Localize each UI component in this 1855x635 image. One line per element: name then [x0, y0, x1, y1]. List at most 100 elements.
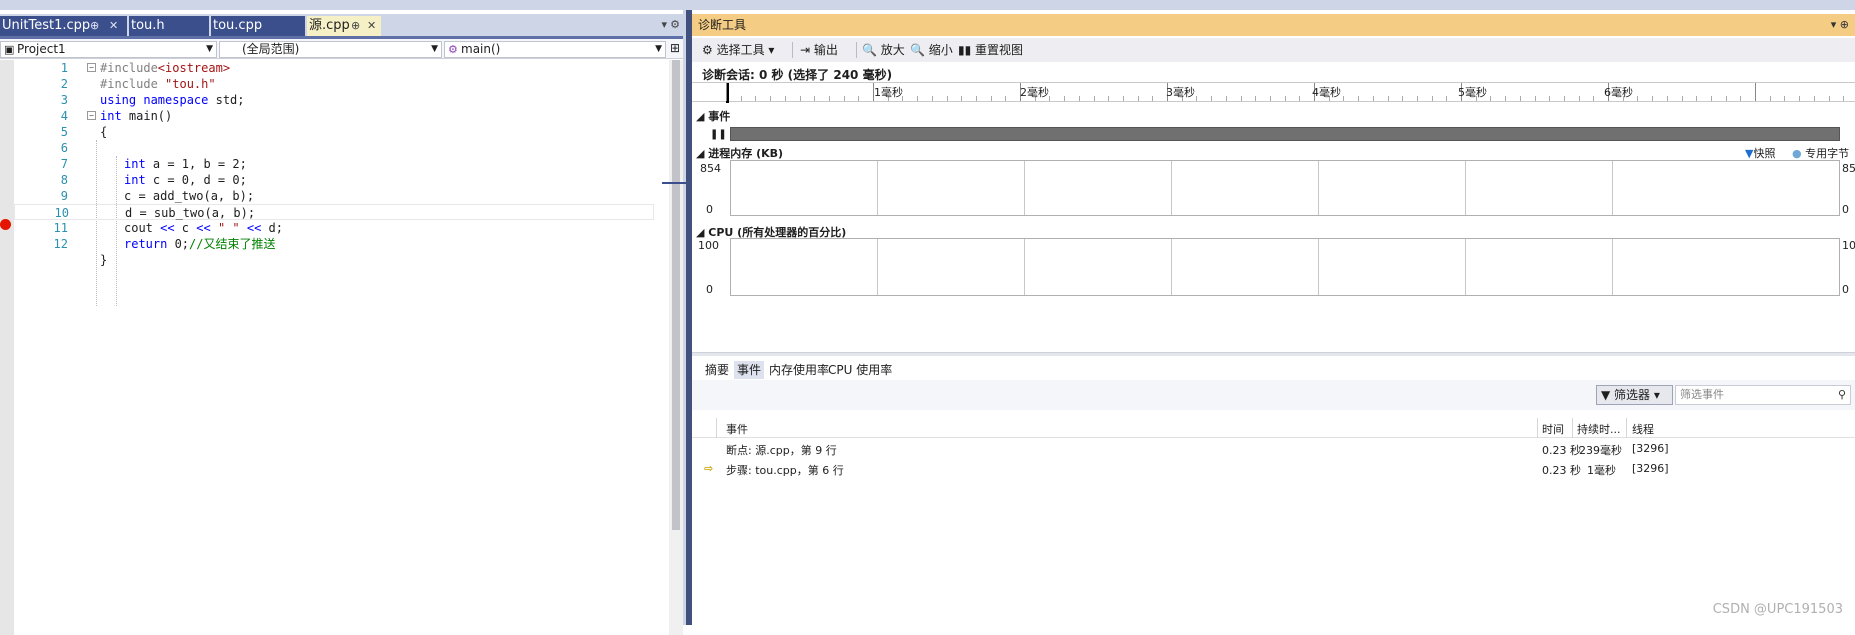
- ruler-tick: [1696, 96, 1698, 101]
- private-bytes-legend: ● 专用字节: [1792, 147, 1850, 160]
- select-tool-button[interactable]: ⚙ 选择工具 ▾: [702, 41, 774, 59]
- table-row[interactable]: 断点: 源.cpp，第 9 行 0.23 秒 239毫秒 [3296]: [692, 439, 1855, 459]
- code-line-6[interactable]: 6: [14, 140, 654, 156]
- ruler-tick: [843, 96, 845, 101]
- line-number: 8: [60, 173, 68, 187]
- member-dropdown[interactable]: ⚙ main() ▼: [444, 41, 666, 58]
- line-number: 1: [60, 61, 68, 75]
- ruler-tick: [1255, 96, 1257, 101]
- collapse-icon[interactable]: −: [87, 63, 96, 72]
- code-area[interactable]: 1 − #include<iostream> 2 #include "tou.h…: [14, 60, 669, 635]
- tab-unittest1-cpp[interactable]: UnitTest1.cpp ⊕ ✕: [0, 16, 127, 36]
- column-header-time[interactable]: 时间: [1542, 421, 1564, 437]
- table-row[interactable]: ⇨ 步骤: tou.cpp，第 6 行 0.23 秒 1毫秒 [3296]: [692, 459, 1855, 479]
- timeline-ruler[interactable]: 1毫秒 2毫秒 3毫秒 4毫秒 5毫秒 6毫秒: [692, 82, 1855, 103]
- reset-view-button[interactable]: ▮▮ 重置视图: [958, 41, 1023, 59]
- memory-section-header[interactable]: ◢ 进程内存 (KB): [696, 145, 783, 161]
- window-top-strip: [0, 0, 1855, 10]
- close-icon[interactable]: ✕: [109, 16, 118, 36]
- chevron-down-icon: ▼: [655, 44, 662, 54]
- events-section-header[interactable]: ◢ 事件: [696, 108, 730, 124]
- toolbar-divider: [856, 42, 857, 58]
- split-editor-icon[interactable]: ⊞: [670, 41, 680, 55]
- keyword-token: using namespace: [100, 93, 209, 107]
- zoom-in-button[interactable]: 🔍 放大: [862, 41, 905, 59]
- ruler-label: 6毫秒: [1604, 86, 1633, 99]
- preprocessor-token: #include: [100, 77, 158, 91]
- code-line-4[interactable]: 4 − int main(): [14, 108, 654, 124]
- ruler-tick: [1828, 96, 1830, 101]
- ruler-tick: [1446, 96, 1448, 101]
- line-number: 3: [60, 93, 68, 107]
- private-bytes-icon: ●: [1792, 147, 1802, 160]
- project-dropdown[interactable]: ▣ Project1 ▼: [0, 41, 217, 58]
- tab-yuan-cpp[interactable]: 源.cpp ⊕ ✕: [307, 16, 381, 36]
- scope-dropdown[interactable]: (全局范围) ▼: [219, 41, 442, 58]
- code-text: d;: [261, 221, 283, 235]
- filter-events-input[interactable]: 筛选事件 ⚲: [1675, 385, 1851, 405]
- ruler-tick: [1137, 96, 1139, 101]
- ruler-tick: [814, 96, 816, 101]
- close-icon[interactable]: ✕: [367, 16, 376, 36]
- events-timeline-bar[interactable]: [730, 127, 1840, 141]
- pin-icon[interactable]: ⊕: [351, 16, 360, 36]
- breakpoint-margin[interactable]: [0, 60, 14, 635]
- tab-tou-cpp[interactable]: tou.cpp: [211, 16, 305, 36]
- code-line-5[interactable]: 5 {: [14, 124, 654, 140]
- tab-overflow-dropdown-icon[interactable]: ▾ ⚙: [662, 18, 680, 31]
- ruler-tick: [770, 96, 772, 101]
- code-text: cout: [124, 221, 161, 235]
- line-number: 7: [60, 157, 68, 171]
- pause-icon[interactable]: ❚❚: [710, 129, 727, 140]
- code-line-3[interactable]: 3 using namespace std;: [14, 92, 654, 108]
- code-line-7[interactable]: 7 int a = 1, b = 2;: [14, 156, 654, 172]
- column-header-thread[interactable]: 线程: [1632, 421, 1654, 437]
- collapse-icon[interactable]: −: [87, 111, 96, 120]
- pin-icon[interactable]: ⊕: [90, 16, 99, 36]
- ruler-tick: [1343, 96, 1345, 101]
- ruler-tick: [1740, 96, 1742, 101]
- output-button[interactable]: ⇥ 输出: [800, 41, 838, 59]
- code-line-8[interactable]: 8 int c = 0, d = 0;: [14, 172, 654, 188]
- column-header-event[interactable]: 事件: [726, 421, 748, 437]
- ruler-tick: [755, 96, 757, 101]
- bar-chart-icon: ▮▮: [958, 43, 972, 57]
- code-line-11[interactable]: 11 cout << c << " " << d;: [14, 220, 654, 236]
- code-line-13[interactable]: }: [14, 252, 654, 268]
- ruler-tick: [726, 83, 727, 101]
- code-line-10-current[interactable]: 10 d = sub_two(a, b);: [14, 204, 654, 220]
- tab-tou-h[interactable]: tou.h: [129, 16, 209, 36]
- tab-events[interactable]: 事件: [734, 361, 765, 379]
- breakpoint-icon[interactable]: [0, 219, 11, 230]
- cpu-plot[interactable]: [730, 238, 1840, 296]
- tab-summary[interactable]: 摘要: [702, 361, 732, 379]
- window-options-icon[interactable]: ▾ ⊕: [1831, 14, 1849, 36]
- ruler-tick: [828, 96, 830, 101]
- document-tab-bar: UnitTest1.cpp ⊕ ✕ tou.h tou.cpp 源.cpp ⊕ …: [0, 14, 686, 39]
- zoom-out-button[interactable]: 🔍 缩小: [910, 41, 953, 59]
- preprocessor-token: #include: [100, 61, 158, 75]
- tab-memory-usage[interactable]: 内存使用率: [766, 361, 832, 379]
- scrollbar-thumb[interactable]: [672, 60, 680, 530]
- tab-label: UnitTest1.cpp: [2, 18, 91, 33]
- panel-separator[interactable]: [692, 352, 1855, 356]
- code-line-9[interactable]: 9 c = add_two(a, b);: [14, 188, 654, 204]
- code-line-2[interactable]: 2 #include "tou.h": [14, 76, 654, 92]
- code-text: std;: [208, 93, 245, 107]
- ruler-tick: [1093, 96, 1095, 101]
- details-tab-strip: 摘要 事件 内存使用率 CPU 使用率: [692, 358, 1855, 380]
- filter-dropdown-button[interactable]: ▼ 筛选器 ▾: [1596, 385, 1673, 405]
- splitter-marker: [662, 182, 686, 184]
- cpu-min-label: 0: [706, 283, 713, 296]
- diagnostic-title-bar: 诊断工具 ▾ ⊕: [692, 14, 1855, 36]
- tab-cpu-usage[interactable]: CPU 使用率: [825, 361, 895, 379]
- line-number: 4: [60, 109, 68, 123]
- column-header-duration[interactable]: 持续时...: [1577, 421, 1621, 437]
- ruler-tick: [1563, 96, 1565, 101]
- editor-scrollbar[interactable]: [669, 60, 683, 635]
- code-line-1[interactable]: 1 − #include<iostream>: [14, 60, 654, 76]
- code-line-12[interactable]: 12 return 0;//又结束了推送: [14, 236, 654, 252]
- diagnostic-tools-pane: 诊断工具 ▾ ⊕ ⚙ 选择工具 ▾ ⇥ 输出 🔍 放大 🔍 缩小 ▮▮ 重置视图…: [692, 10, 1855, 625]
- memory-plot[interactable]: [730, 160, 1840, 216]
- memory-max-label: 854: [700, 162, 721, 175]
